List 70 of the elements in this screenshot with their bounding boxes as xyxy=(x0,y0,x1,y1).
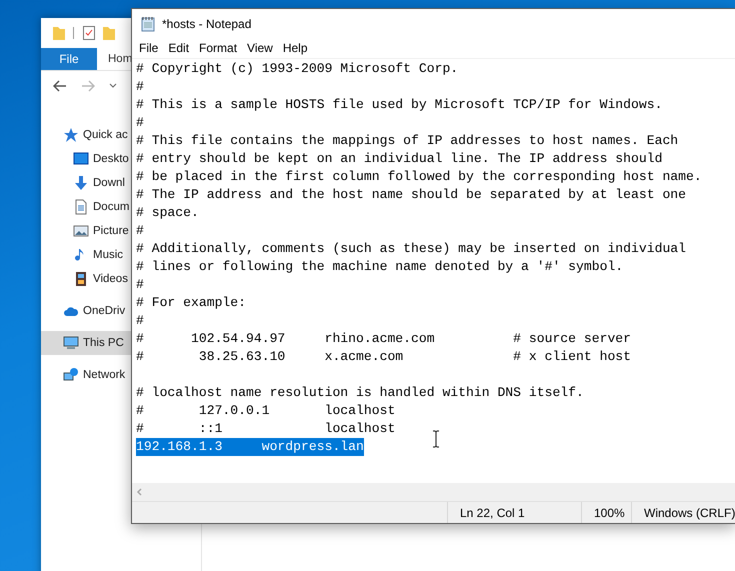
star-icon xyxy=(63,127,79,143)
text-line: # For example: xyxy=(136,294,246,312)
sidebar-item-label: This PC xyxy=(83,337,124,349)
text-line: # This file contains the mappings of IP addresses to host names. Each xyxy=(136,132,678,150)
text-line: # localhost name resolution is handled within DNS itself. xyxy=(136,384,584,402)
text-cursor-icon xyxy=(432,430,440,448)
sidebar-item-label: Deskto xyxy=(93,153,129,165)
desktop-icon xyxy=(73,151,89,167)
back-arrow-icon[interactable] xyxy=(53,80,67,92)
monitor-icon xyxy=(63,335,79,351)
text-line: # Copyright (c) 1993-2009 Microsoft Corp. xyxy=(136,60,458,78)
folder-icon[interactable] xyxy=(53,26,65,40)
forward-arrow-icon[interactable] xyxy=(81,80,95,92)
sidebar-item-label: Docum xyxy=(93,201,130,213)
text-line: # xyxy=(136,78,144,96)
sidebar-item-label: Videos xyxy=(93,273,128,285)
window-title: *hosts - Notepad xyxy=(162,16,252,30)
sidebar-item[interactable]: Docum xyxy=(41,195,131,219)
menu-item[interactable]: Edit xyxy=(163,41,194,55)
sidebar-item[interactable]: Deskto xyxy=(41,147,131,171)
sidebar-item-label: OneDriv xyxy=(83,305,126,317)
text-line: # The IP address and the host name should be separated by at least one xyxy=(136,186,686,204)
sidebar-item[interactable]: This PC xyxy=(41,331,131,355)
chevron-down-icon[interactable] xyxy=(109,83,117,89)
notepad-icon xyxy=(140,16,156,32)
sidebar-item-label: Quick ac xyxy=(83,129,128,141)
folder-icon[interactable] xyxy=(103,26,115,40)
text-line: # xyxy=(136,276,144,294)
sidebar-item[interactable]: OneDriv xyxy=(41,299,131,323)
text-line: # xyxy=(136,114,144,132)
menu-item[interactable]: View xyxy=(242,41,278,55)
sidebar-item-label: Downl xyxy=(93,177,125,189)
text-line: # ::1 localhost xyxy=(136,420,396,438)
sidebar-item[interactable]: Quick ac xyxy=(41,123,131,147)
text-line: # 127.0.0.1 localhost xyxy=(136,402,396,420)
cursor-position: Ln 22, Col 1 xyxy=(447,502,581,523)
text-line: # xyxy=(136,222,144,240)
text-line: # 38.25.63.10 x.acme.com # x client host xyxy=(136,348,632,366)
sidebar-item-label: Music xyxy=(93,249,124,261)
sidebar-item[interactable]: Videos xyxy=(41,267,131,291)
text-line: # entry should be kept on an individual line. The IP address should xyxy=(136,150,662,168)
zoom-level: 100% xyxy=(581,502,631,523)
picture-icon xyxy=(73,223,89,239)
sidebar-item-label: Picture xyxy=(93,225,129,237)
text-line: # lines or following the machine name denoted by a '#' symbol. xyxy=(136,258,624,276)
menu-item[interactable]: File xyxy=(134,41,164,55)
text-line: # xyxy=(136,312,144,330)
separator-icon xyxy=(73,27,75,39)
ribbon-tab[interactable]: Hom xyxy=(108,48,132,70)
text-line: # space. xyxy=(136,204,199,222)
film-icon xyxy=(73,271,89,287)
menu-item[interactable]: Format xyxy=(194,41,242,55)
sidebar-item[interactable]: Downl xyxy=(41,171,131,195)
document-icon xyxy=(73,199,89,215)
text-line: # 102.54.94.97 rhino.acme.com # source server xyxy=(136,330,632,348)
text-line: # This is a sample HOSTS file used by Microsoft TCP/IP for Windows. xyxy=(136,96,662,114)
sidebar-item-label: Network xyxy=(83,369,126,381)
ribbon-tab[interactable]: File xyxy=(41,48,97,70)
text-line: # be placed in the first column followed by the corresponding host name. xyxy=(136,168,702,186)
line-ending: Windows (CRLF) xyxy=(631,502,735,523)
sidebar-item[interactable]: Network xyxy=(41,363,131,387)
checklist-icon[interactable] xyxy=(83,26,95,40)
sidebar-item[interactable]: Picture xyxy=(41,219,131,243)
scroll-left-icon[interactable] xyxy=(136,488,142,496)
network-icon xyxy=(63,367,79,383)
menu-item[interactable]: Help xyxy=(278,41,313,55)
text-line: # Additionally, comments (such as these) may be inserted on individual xyxy=(136,240,686,258)
horizontal-scrollbar[interactable] xyxy=(132,483,735,501)
sidebar-item[interactable]: Music xyxy=(41,243,131,267)
down-arrow-icon xyxy=(73,175,89,191)
